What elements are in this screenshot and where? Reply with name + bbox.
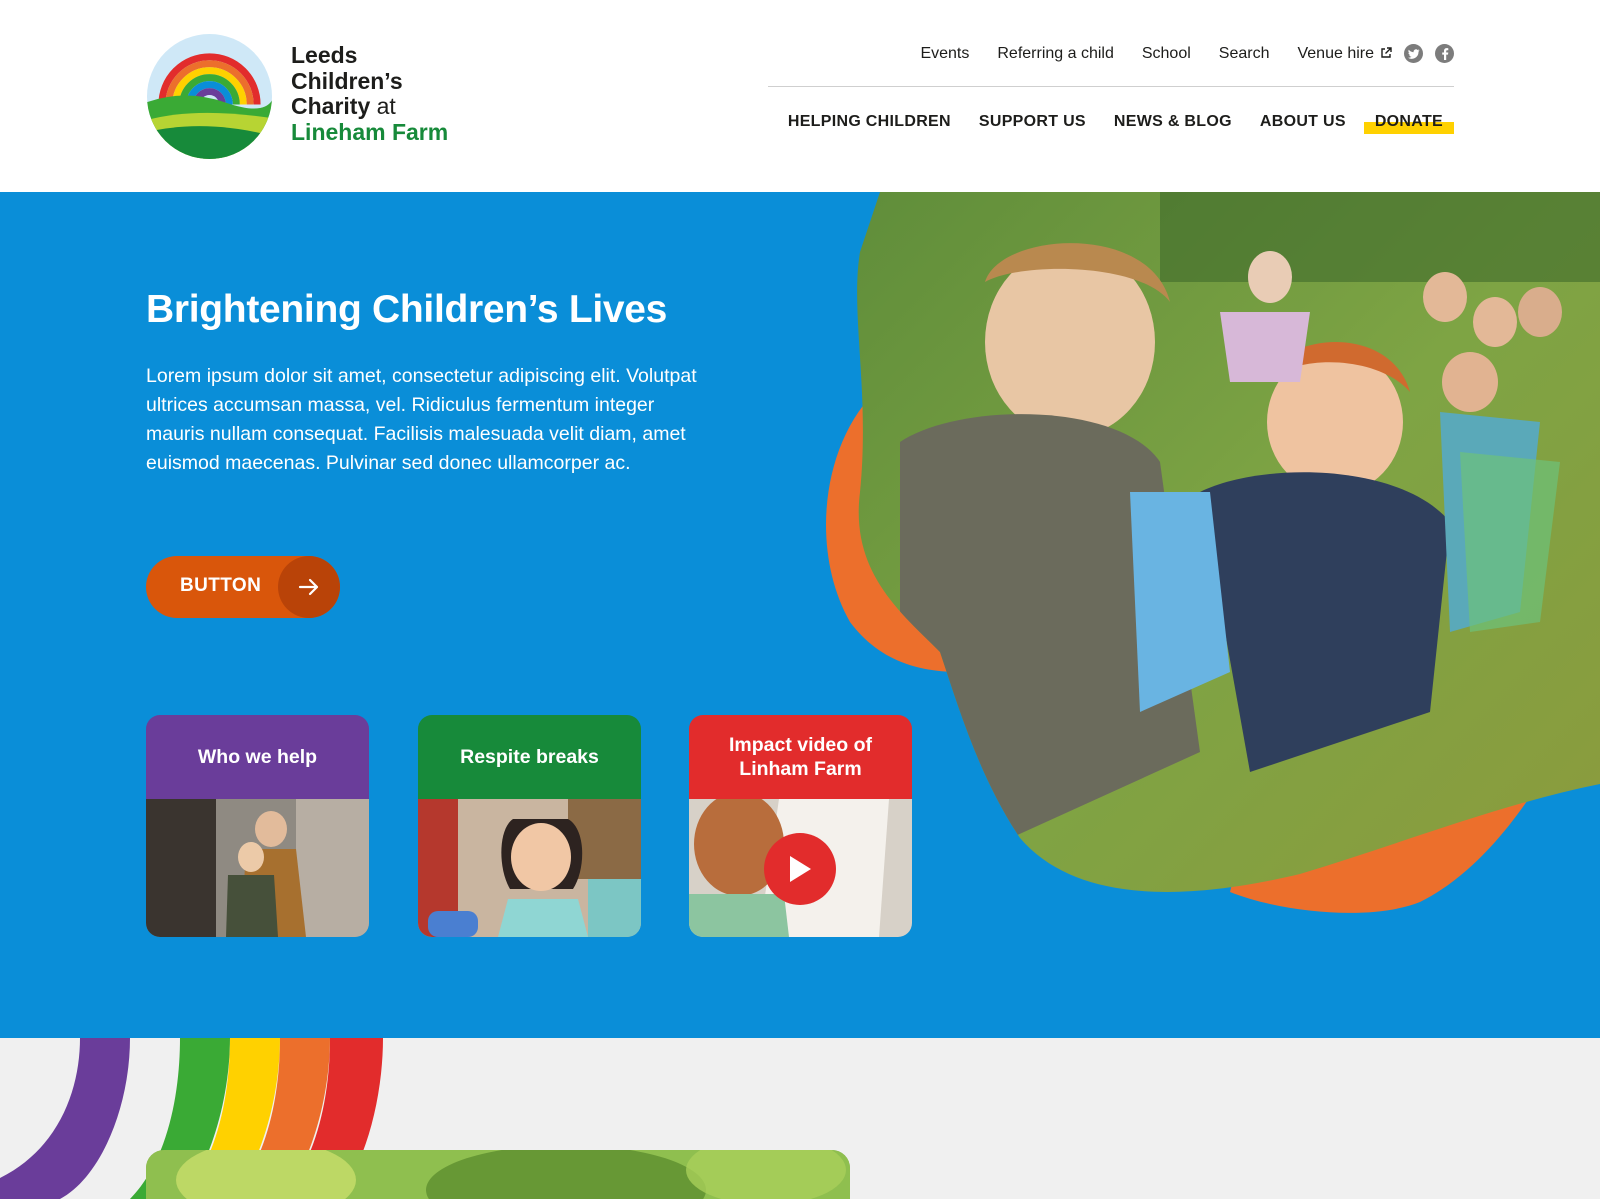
hero-section: Brightening Children’s Lives Lorem ipsum… <box>0 192 1600 1038</box>
feature-section <box>0 1038 1600 1199</box>
facebook-icon[interactable] <box>1435 44 1454 63</box>
site-header: Leeds Children’s Charity at Lineham Farm… <box>0 0 1600 192</box>
nav-support-us[interactable]: SUPPORT US <box>979 113 1086 131</box>
card-impact-video[interactable]: Impact video of Linham Farm <box>689 715 912 937</box>
nav-search[interactable]: Search <box>1219 45 1270 63</box>
card-image <box>418 799 641 937</box>
card-title: Impact video of Linham Farm <box>689 715 912 799</box>
arrow-right-icon <box>278 556 340 618</box>
nav-helping-children[interactable]: HELPING CHILDREN <box>788 113 951 131</box>
nav-school[interactable]: School <box>1142 45 1191 63</box>
brand-line-3: Charity <box>291 93 371 119</box>
charity-name[interactable]: Leeds Children’s Charity at Lineham Farm <box>291 42 449 145</box>
hero-cta-button[interactable]: BUTTON <box>146 556 340 618</box>
brand-line-2: Children’s <box>291 67 403 94</box>
card-image <box>146 799 369 937</box>
external-link-icon <box>1381 47 1392 58</box>
card-who-we-help[interactable]: Who we help <box>146 715 369 937</box>
card-respite-breaks[interactable]: Respite breaks <box>418 715 641 937</box>
twitter-icon[interactable] <box>1404 44 1423 63</box>
card-image <box>689 799 912 937</box>
card-title: Respite breaks <box>418 715 641 799</box>
nav-venue-hire-label: Venue hire <box>1297 44 1374 62</box>
nav-about-us[interactable]: ABOUT US <box>1260 113 1346 131</box>
primary-nav: HELPING CHILDREN SUPPORT US NEWS & BLOG … <box>788 113 1455 134</box>
hero-body-text: Lorem ipsum dolor sit amet, consectetur … <box>146 365 697 474</box>
nav-referring-a-child[interactable]: Referring a child <box>997 45 1114 63</box>
nav-divider <box>768 86 1454 87</box>
utility-nav: Events Referring a child School Search V… <box>920 44 1454 63</box>
nav-events[interactable]: Events <box>920 45 969 63</box>
donate-button[interactable]: DONATE <box>1363 113 1455 134</box>
nav-news-blog[interactable]: NEWS & BLOG <box>1114 113 1232 131</box>
brand-line-3b: at <box>376 93 396 119</box>
charity-logo-icon[interactable] <box>146 33 273 160</box>
brand-line-1: Leeds <box>291 42 358 68</box>
nav-venue-hire[interactable]: Venue hire <box>1297 45 1392 63</box>
hero-cta-label: BUTTON <box>180 575 262 596</box>
play-video-icon[interactable] <box>764 833 836 905</box>
card-title: Who we help <box>146 715 369 799</box>
brand-line-4: Lineham Farm <box>291 118 449 145</box>
hero-heading: Brightening Children’s Lives <box>146 288 668 331</box>
feature-image-card <box>146 1150 850 1199</box>
donate-label: DONATE <box>1374 113 1443 130</box>
